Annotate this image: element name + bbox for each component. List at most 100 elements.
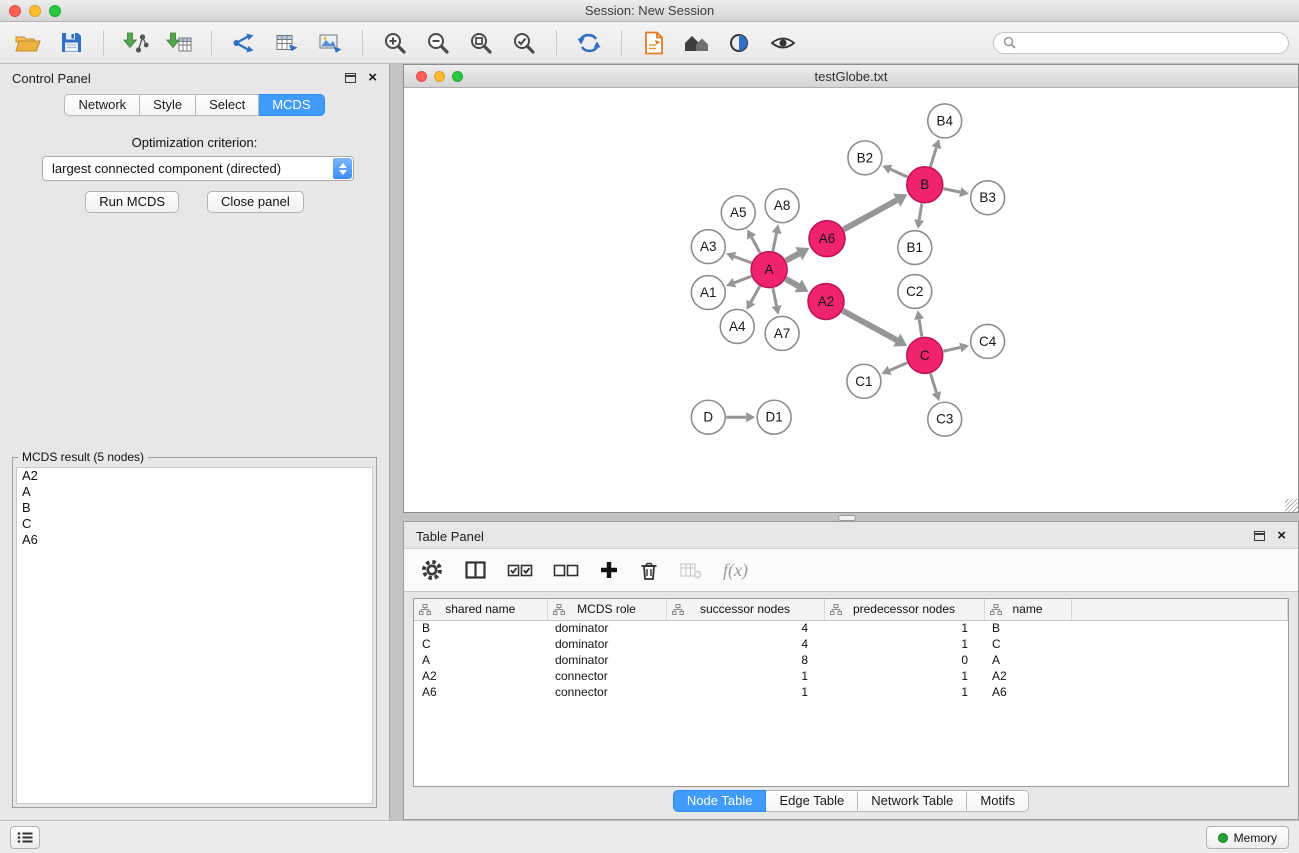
mcds-result-item[interactable]: A6 — [17, 532, 372, 548]
mcds-result-item[interactable]: C — [17, 516, 372, 532]
network-close-button[interactable] — [416, 71, 427, 82]
edge-A-A2[interactable] — [786, 279, 809, 293]
node-A[interactable]: A — [751, 252, 787, 288]
mcds-result-item[interactable]: A2 — [17, 468, 372, 484]
column-header-successor-nodes[interactable]: successor nodes — [666, 599, 824, 620]
float-table-panel-icon[interactable] — [1254, 531, 1265, 541]
edge-B-B3[interactable] — [943, 187, 969, 197]
tab-node-table[interactable]: Node Table — [673, 790, 767, 812]
node-D1[interactable]: D1 — [757, 400, 791, 434]
show-hide-icon[interactable] — [765, 27, 801, 59]
zoom-out-icon[interactable] — [420, 27, 456, 59]
add-row-icon[interactable] — [599, 555, 619, 585]
edge-B-B1[interactable] — [914, 203, 924, 228]
table-row[interactable]: Cdominator41C — [414, 636, 1288, 652]
node-B1[interactable]: B1 — [898, 231, 932, 265]
first-neighbors-icon[interactable] — [636, 27, 672, 59]
task-history-button[interactable] — [10, 826, 40, 849]
memory-button[interactable]: Memory — [1206, 826, 1289, 849]
edge-A6-B[interactable] — [844, 194, 908, 230]
deselect-all-icon[interactable] — [553, 555, 579, 585]
node-A5[interactable]: A5 — [721, 196, 755, 230]
edge-D-D1[interactable] — [726, 412, 755, 422]
delete-row-icon[interactable] — [639, 555, 659, 585]
node-C2[interactable]: C2 — [898, 275, 932, 309]
node-D[interactable]: D — [691, 400, 725, 434]
mcds-result-item[interactable]: A — [17, 484, 372, 500]
tab-mcds[interactable]: MCDS — [259, 94, 324, 116]
node-C[interactable]: C — [907, 337, 943, 373]
import-network-file-icon[interactable] — [118, 27, 154, 59]
export-image-icon[interactable] — [312, 27, 348, 59]
node-A3[interactable]: A3 — [691, 230, 725, 264]
tab-network-table[interactable]: Network Table — [858, 790, 967, 812]
network-canvas[interactable]: AA1A2A3A4A5A6A7A8BB1B2B3B4CC1C2C3C4DD1 — [404, 89, 1298, 512]
new-table-icon[interactable] — [269, 27, 305, 59]
table-row[interactable]: A2connector11A2 — [414, 668, 1288, 684]
tab-motifs[interactable]: Motifs — [967, 790, 1029, 812]
column-header-mcds-role[interactable]: MCDS role — [547, 599, 666, 620]
search-input[interactable] — [1021, 36, 1279, 50]
column-header-shared-name[interactable]: shared name — [414, 599, 547, 620]
criterion-dropdown[interactable]: largest connected component (directed) — [42, 156, 354, 181]
node-B3[interactable]: B3 — [971, 181, 1005, 215]
edge-C-C3[interactable] — [930, 373, 941, 401]
column-header-predecessor-nodes[interactable]: predecessor nodes — [824, 599, 984, 620]
column-header-name[interactable]: name — [984, 599, 1071, 620]
node-A1[interactable]: A1 — [691, 276, 725, 310]
zoom-in-icon[interactable] — [377, 27, 413, 59]
close-panel-button[interactable]: Close panel — [207, 191, 304, 213]
node-B2[interactable]: B2 — [848, 141, 882, 175]
node-A2[interactable]: A2 — [808, 284, 844, 320]
edge-B-B4[interactable] — [930, 139, 941, 167]
table-row[interactable]: Bdominator41B — [414, 620, 1288, 636]
mcds-result-item[interactable]: B — [17, 500, 372, 516]
edge-C-C4[interactable] — [943, 343, 969, 353]
edge-A-A7[interactable] — [772, 288, 782, 315]
tab-edge-table[interactable]: Edge Table — [766, 790, 858, 812]
edge-A-A8[interactable] — [772, 224, 782, 251]
edge-A-A5[interactable] — [747, 229, 760, 253]
node-C1[interactable]: C1 — [847, 364, 881, 398]
node-A6[interactable]: A6 — [809, 221, 845, 257]
node-B4[interactable]: B4 — [928, 104, 962, 138]
edge-C-C2[interactable] — [914, 310, 924, 336]
zoom-fit-icon[interactable] — [463, 27, 499, 59]
home-icon[interactable] — [679, 27, 715, 59]
edge-A-A4[interactable] — [746, 286, 759, 310]
save-session-icon[interactable] — [53, 27, 89, 59]
resize-grip[interactable] — [1285, 499, 1298, 512]
table-row[interactable]: A6connector11A6 — [414, 684, 1288, 700]
minimize-window-button[interactable] — [29, 5, 41, 17]
close-panel-icon[interactable]: × — [368, 72, 377, 84]
maximize-window-button[interactable] — [49, 5, 61, 17]
float-panel-icon[interactable] — [345, 73, 356, 83]
edge-B-B2[interactable] — [882, 165, 907, 177]
node-A4[interactable]: A4 — [720, 309, 754, 343]
close-window-button[interactable] — [9, 5, 21, 17]
import-table-file-icon[interactable] — [161, 27, 197, 59]
node-A7[interactable]: A7 — [765, 316, 799, 350]
node-A8[interactable]: A8 — [765, 189, 799, 223]
open-session-icon[interactable] — [10, 27, 46, 59]
edge-A-A1[interactable] — [726, 276, 751, 287]
edge-A-A6[interactable] — [786, 247, 810, 261]
refresh-layout-icon[interactable] — [571, 27, 607, 59]
select-all-icon[interactable] — [507, 555, 533, 585]
tab-network[interactable]: Network — [64, 94, 140, 116]
network-maximize-button[interactable] — [452, 71, 463, 82]
zoom-selected-icon[interactable] — [506, 27, 542, 59]
table-row[interactable]: Adominator80A — [414, 652, 1288, 668]
tab-style[interactable]: Style — [140, 94, 196, 116]
edge-C-C1[interactable] — [881, 363, 907, 375]
new-network-icon[interactable] — [226, 27, 262, 59]
edge-A2-C[interactable] — [843, 311, 908, 347]
run-mcds-button[interactable]: Run MCDS — [85, 191, 179, 213]
close-table-panel-icon[interactable]: × — [1277, 530, 1286, 542]
tab-select[interactable]: Select — [196, 94, 259, 116]
node-C4[interactable]: C4 — [971, 324, 1005, 358]
search-field[interactable] — [993, 32, 1289, 54]
node-table-container[interactable]: shared nameMCDS rolesuccessor nodesprede… — [413, 598, 1289, 787]
network-minimize-button[interactable] — [434, 71, 445, 82]
style-icon[interactable] — [722, 27, 758, 59]
